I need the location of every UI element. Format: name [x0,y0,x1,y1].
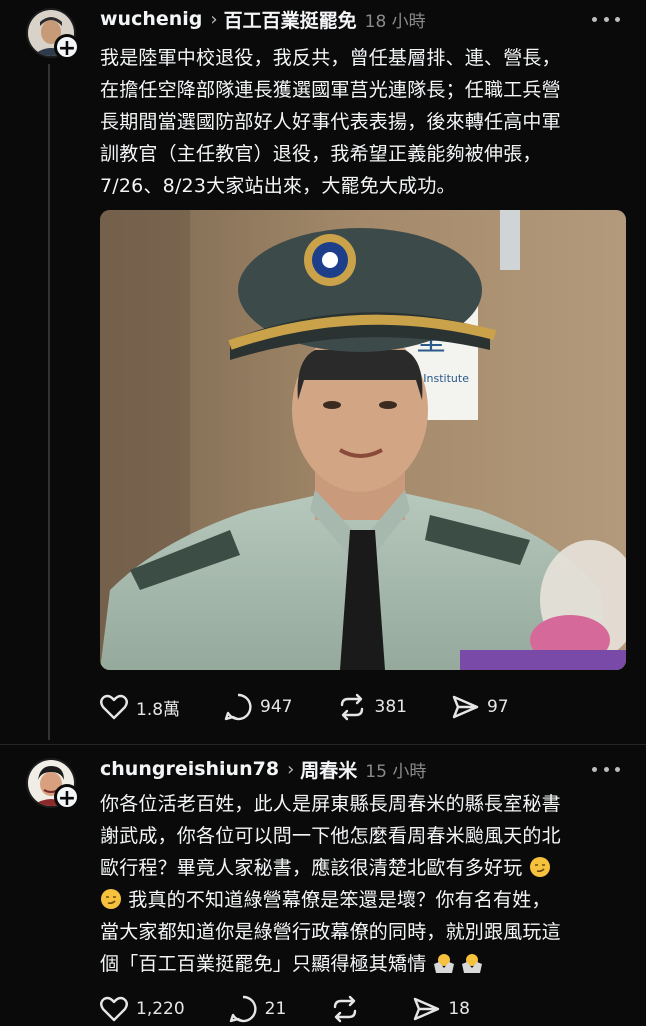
thread-post-2: + chungreishiun78 › 周春米 15 小時 你各位活老百姓，此人… [0,752,646,1024]
smirk-emoji-icon [529,857,550,877]
follow-plus-icon[interactable]: + [54,34,80,61]
post-divider [0,744,646,745]
post-time: 18 小時 [364,11,426,32]
post-header: chungreishiun78 › 周春米 15 小時 [100,754,426,784]
text-line-with-emoji: 個「百工百業挺罷免」只顯得極其矯情 [100,948,628,980]
community-name[interactable]: 周春米 [300,756,357,783]
share-button[interactable]: 18 [412,995,470,1023]
repost-count: 381 [374,697,407,717]
like-count: 1.8萬 [136,699,181,720]
chevron-right-icon: › [287,758,295,780]
text-line: 在擔任空降部隊連長獲選國軍莒光連隊長；任職工兵營 [100,79,561,101]
post-header: wuchenig › 百工百業挺罷免 18 小時 [100,4,426,34]
like-button[interactable]: 1,220 [100,996,185,1022]
text-line: 歐行程？畢竟人家秘書，應該很清楚北歐有多好玩 [100,857,523,879]
text-line-with-emoji: 歐行程？畢竟人家秘書，應該很清楚北歐有多好玩 [100,852,628,884]
avatar-column: + [26,8,82,61]
comment-icon [229,995,257,1023]
heart-icon [100,694,128,720]
post-actions: 1,220 21 18 [100,992,514,1026]
share-count: 18 [448,999,470,1019]
post-photo[interactable]: 堂 al Institute [100,210,626,670]
comment-count: 947 [260,697,293,717]
like-button[interactable]: 1.8萬 [100,694,180,720]
share-count: 97 [486,697,509,717]
post-time: 15 小時 [365,761,427,782]
smirk-emoji-icon [101,889,121,909]
text-line: 個「百工百業挺罷免」只顯得極其矯情 [100,953,427,975]
share-icon [452,695,479,719]
community-name[interactable]: 百工百業挺罷免 [224,6,357,33]
thread-post-1: + wuchenig › 百工百業挺罷免 18 小時 我是陸軍中校退役，我反共，… [0,0,646,740]
shrug-emoji-icon [461,954,482,973]
text-line: 訓教官（主任教官）退役，我希望正義能夠被伸張， [100,143,542,165]
comment-button[interactable]: 21 [229,995,287,1023]
repost-icon [334,995,357,1023]
text-line: 長期間當選國防部好人好事代表表揚，後來轉任高中軍 [100,111,561,133]
repost-button[interactable] [330,995,368,1023]
more-icon[interactable] [592,754,620,784]
like-count: 1,220 [136,999,185,1019]
post-actions: 1.8萬 947 381 97 [100,690,553,724]
comment-button[interactable]: 947 [224,693,293,721]
comment-icon [224,693,252,721]
text-line: 我真的不知道綠營幕僚是笨還是壞？你有名有姓， [128,889,551,911]
text-line: 你各位活老百姓，此人是屏東縣長周春米的縣長室秘書 [100,793,561,815]
follow-plus-icon[interactable]: + [54,784,80,811]
username[interactable]: wuchenig [100,8,202,30]
comment-count: 21 [264,999,287,1019]
chevron-right-icon: › [210,8,218,30]
repost-button[interactable]: 381 [337,693,407,721]
heart-icon [100,996,128,1022]
share-icon [414,997,440,1021]
shrug-emoji-icon [433,954,454,973]
text-line: 當大家都知道你是綠營行政幕僚的同時，就別跟風玩這 [100,921,561,943]
text-line: 7/26、8/23大家站出來，大罷免大成功。 [100,175,456,197]
text-line: 謝武成，你各位可以問一下他怎麼看周春米颱風天的北 [100,825,561,847]
post-text: 你各位活老百姓，此人是屏東縣長周春米的縣長室秘書 謝武成，你各位可以問一下他怎麼… [100,788,628,980]
text-line: 我是陸軍中校退役，我反共，曾任基層排、連、營長， [100,47,561,69]
text-line-with-emoji: 我真的不知道綠營幕僚是笨還是壞？你有名有姓， [100,884,628,916]
username[interactable]: chungreishiun78 [100,758,279,780]
post-text: 我是陸軍中校退役，我反共，曾任基層排、連、營長， 在擔任空降部隊連長獲選國軍莒光… [100,42,628,202]
share-button[interactable]: 97 [451,693,509,721]
more-icon[interactable] [592,4,620,34]
avatar-column: + [26,758,82,811]
repost-icon [340,693,363,721]
thread-line [48,64,50,740]
